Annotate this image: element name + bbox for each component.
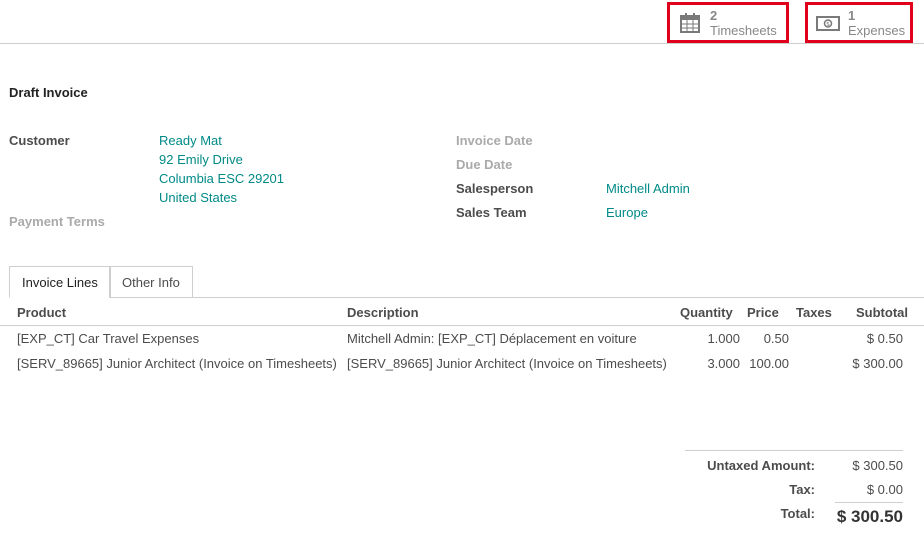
customer-country[interactable]: United States [159,190,237,205]
total-value: $ 300.50 [836,507,903,526]
customer-city[interactable]: Columbia ESC 29201 [159,171,284,186]
money-icon: $ [816,15,840,31]
header-description: Description [347,305,419,320]
header-quantity: Quantity [680,305,733,320]
row-quantity[interactable]: 1.000 [707,331,740,346]
untaxed-amount-label: Untaxed Amount: [707,458,815,473]
salesperson-label: Salesperson [456,181,534,196]
total-label: Total: [780,506,815,521]
expenses-label: Expenses [848,22,906,38]
timesheets-smart-button[interactable]: 2 Timesheets [667,2,789,43]
row-price[interactable]: 100.00 [749,356,789,371]
row-description[interactable]: Mitchell Admin: [EXP_CT] Déplacement en … [347,331,637,346]
header-divider [0,43,924,44]
row-quantity[interactable]: 3.000 [707,356,740,371]
header-product: Product [17,305,67,320]
row-price[interactable]: 0.50 [764,331,789,346]
tab-other-info[interactable]: Other Info [109,266,193,298]
untaxed-amount-value: $ 300.50 [852,458,903,473]
row-product[interactable]: [SERV_89665] Junior Architect (Invoice o… [17,356,337,371]
salesperson-link[interactable]: Mitchell Admin [606,181,690,196]
header-taxes: Taxes [796,305,832,320]
timesheets-label: Timesheets [710,22,777,38]
sales-team-label: Sales Team [456,205,527,220]
tab-invoice-lines[interactable]: Invoice Lines [9,266,111,298]
header-price: Price [747,305,779,320]
customer-label: Customer [9,133,70,148]
timesheets-count: 2 [710,7,718,23]
sales-team-link[interactable]: Europe [606,205,648,220]
customer-street[interactable]: 92 Emily Drive [159,152,243,167]
totals-top-divider [685,450,903,451]
payment-terms-label: Payment Terms [9,214,105,229]
calendar-icon [680,12,700,33]
expenses-count: 1 [848,7,856,23]
expenses-smart-button[interactable]: $ 1 Expenses [805,2,913,43]
invoice-title: Draft Invoice [9,85,88,100]
header-subtotal: Subtotal [856,305,908,320]
tabs-divider [192,297,924,298]
row-description[interactable]: [SERV_89665] Junior Architect (Invoice o… [347,356,667,371]
svg-text:$: $ [826,21,830,28]
table-header-divider [0,325,924,326]
invoice-date-label: Invoice Date [456,133,533,148]
customer-name-link[interactable]: Ready Mat [159,133,222,148]
totals-bottom-divider [835,502,903,503]
row-product[interactable]: [EXP_CT] Car Travel Expenses [17,331,199,346]
due-date-label: Due Date [456,157,513,172]
tax-label: Tax: [789,482,815,497]
row-subtotal: $ 0.50 [866,331,903,346]
tax-value: $ 0.00 [866,482,903,497]
row-subtotal: $ 300.00 [852,356,903,371]
